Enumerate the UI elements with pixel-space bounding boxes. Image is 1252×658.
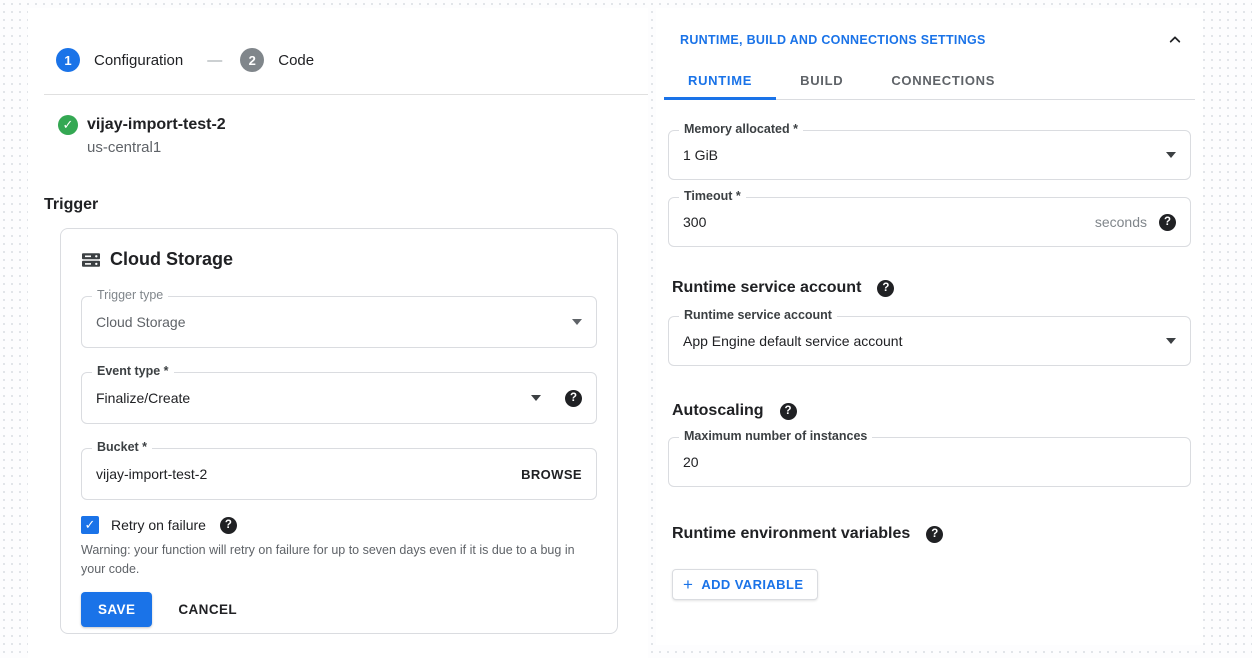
browse-button[interactable]: BROWSE	[521, 467, 582, 482]
trigger-type-value: Cloud Storage	[96, 314, 186, 330]
timeout-suffix: seconds	[1095, 214, 1147, 230]
max-instances-input[interactable]: Maximum number of instances 20	[668, 437, 1191, 487]
step-separator: —	[207, 52, 222, 69]
timeout-input[interactable]: Timeout * 300 seconds ?	[668, 197, 1191, 247]
bucket-label: Bucket *	[92, 440, 152, 454]
tab-build[interactable]: BUILD	[776, 64, 867, 100]
timeout-value: 300	[683, 214, 706, 230]
retry-on-failure-label: Retry on failure	[111, 517, 206, 533]
trigger-type-label: Trigger type	[92, 288, 168, 302]
settings-expander-link[interactable]: RUNTIME, BUILD AND CONNECTIONS SETTINGS	[680, 33, 986, 47]
step-2-label[interactable]: Code	[278, 52, 314, 69]
trigger-card: Cloud Storage Trigger type Cloud Storage…	[60, 228, 618, 634]
trigger-type-select[interactable]: Trigger type Cloud Storage	[81, 296, 597, 348]
bucket-input[interactable]: Bucket * vijay-import-test-2 BROWSE	[81, 448, 597, 500]
runtime-service-account-heading: Runtime service account	[672, 279, 861, 297]
tab-runtime[interactable]: RUNTIME	[664, 64, 776, 100]
dropdown-arrow-icon	[531, 395, 541, 401]
dropdown-arrow-icon	[1166, 152, 1176, 158]
tab-connections[interactable]: CONNECTIONS	[867, 64, 1019, 100]
runtime-settings-panel: RUNTIME, BUILD AND CONNECTIONS SETTINGS …	[656, 8, 1203, 645]
runtime-service-account-label: Runtime service account	[679, 308, 837, 322]
cloud-storage-icon	[81, 250, 101, 270]
retry-warning-text: Warning: your function will retry on fai…	[81, 541, 599, 579]
autoscaling-help-icon[interactable]: ?	[780, 403, 797, 420]
success-check-icon: ✓	[58, 115, 78, 135]
trigger-card-title: Cloud Storage	[110, 249, 233, 270]
max-instances-label: Maximum number of instances	[679, 429, 872, 443]
cancel-button[interactable]: CANCEL	[178, 602, 237, 617]
step-2-badge[interactable]: 2	[240, 48, 264, 72]
retry-help-icon[interactable]: ?	[220, 517, 237, 534]
memory-allocated-value: 1 GiB	[683, 147, 718, 163]
add-variable-button[interactable]: + ADD VARIABLE	[672, 569, 818, 600]
collapse-chevron-up-icon[interactable]	[1167, 32, 1183, 48]
memory-allocated-select[interactable]: Memory allocated * 1 GiB	[668, 130, 1191, 180]
env-variables-heading: Runtime environment variables	[672, 525, 910, 543]
plus-icon: +	[683, 576, 693, 593]
step-1-badge[interactable]: 1	[56, 48, 80, 72]
env-variables-help-icon[interactable]: ?	[926, 526, 943, 543]
bucket-value: vijay-import-test-2	[96, 466, 207, 482]
runtime-service-account-select[interactable]: Runtime service account App Engine defau…	[668, 316, 1191, 366]
service-account-help-icon[interactable]: ?	[877, 280, 894, 297]
event-type-select[interactable]: Event type * Finalize/Create ?	[81, 372, 597, 424]
event-type-value: Finalize/Create	[96, 390, 190, 406]
timeout-help-icon[interactable]: ?	[1159, 214, 1176, 231]
runtime-service-account-value: App Engine default service account	[683, 333, 902, 349]
function-name: vijay-import-test-2	[87, 116, 226, 134]
memory-allocated-label: Memory allocated *	[679, 122, 803, 136]
step-1-label[interactable]: Configuration	[94, 52, 183, 69]
dropdown-arrow-icon	[1166, 338, 1176, 344]
timeout-label: Timeout *	[679, 189, 746, 203]
event-type-help-icon[interactable]: ?	[565, 390, 582, 407]
add-variable-label: ADD VARIABLE	[701, 577, 803, 592]
stepper-divider	[44, 94, 648, 95]
max-instances-value: 20	[683, 454, 699, 470]
retry-on-failure-checkbox[interactable]: ✓	[81, 516, 99, 534]
autoscaling-heading: Autoscaling	[672, 402, 764, 420]
configuration-panel: 1 Configuration — 2 Code ✓ vijay-import-…	[28, 8, 648, 658]
dropdown-arrow-icon	[572, 319, 582, 325]
function-region: us-central1	[87, 139, 648, 156]
wizard-stepper: 1 Configuration — 2 Code	[56, 48, 648, 72]
settings-tabs: RUNTIME BUILD CONNECTIONS	[664, 64, 1195, 100]
trigger-section-heading: Trigger	[44, 196, 648, 214]
event-type-label: Event type *	[92, 364, 174, 378]
save-button[interactable]: SAVE	[81, 592, 152, 627]
